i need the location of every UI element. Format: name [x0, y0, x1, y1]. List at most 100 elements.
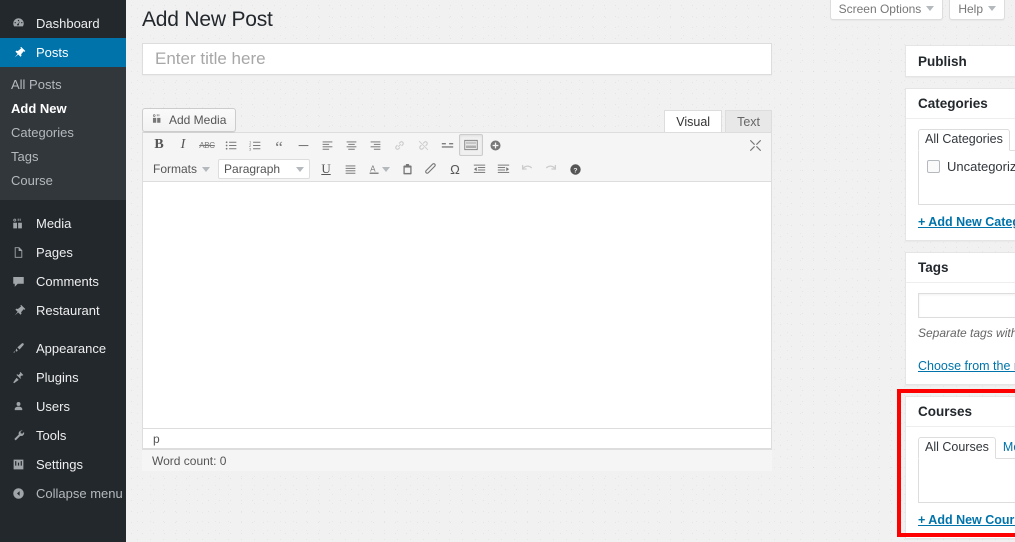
sidebar-separator — [0, 200, 126, 209]
add-block-icon[interactable] — [483, 134, 507, 156]
sidebar-item-collapse-menu[interactable]: Collapse menu — [0, 479, 126, 508]
submenu-item-categories[interactable]: Categories — [0, 121, 126, 145]
tab-text[interactable]: Text — [725, 110, 772, 132]
redo-icon[interactable] — [539, 158, 563, 180]
category-checkbox[interactable] — [927, 160, 940, 173]
insert-link-icon[interactable] — [387, 134, 411, 156]
submenu-item-add-new[interactable]: Add New — [0, 97, 126, 121]
add-new-category-link[interactable]: + Add New Category — [918, 215, 1015, 229]
undo-icon[interactable] — [515, 158, 539, 180]
sidebar-item-appearance[interactable]: Appearance — [0, 334, 126, 363]
italic-icon[interactable]: I — [171, 134, 195, 156]
pages-icon — [9, 244, 27, 262]
sidebar-item-restaurant[interactable]: Restaurant — [0, 296, 126, 325]
add-media-label: Add Media — [169, 113, 227, 127]
unordered-list-icon[interactable] — [219, 134, 243, 156]
sidebar-item-posts[interactable]: Posts — [0, 38, 126, 67]
sidebar-item-label: Tools — [36, 428, 67, 443]
align-right-icon[interactable] — [363, 134, 387, 156]
toggle-toolbar-icon[interactable] — [459, 134, 483, 156]
category-list-item[interactable]: Uncategorized — [927, 159, 1015, 174]
sidebar-item-label: Settings — [36, 457, 83, 472]
pin-icon — [9, 302, 27, 320]
chevron-down-icon — [296, 166, 305, 172]
tab-all-courses[interactable]: All Courses — [918, 437, 996, 459]
help-button[interactable]: Help — [949, 0, 1005, 20]
category-label: Uncategorized — [947, 159, 1015, 174]
screen-options-button[interactable]: Screen Options — [829, 0, 944, 20]
tags-metabox: Tags Add Separate tags with commas Choos… — [905, 252, 1015, 385]
courses-metabox-header[interactable]: Courses — [906, 397, 1015, 427]
sidebar-item-tools[interactable]: Tools — [0, 421, 126, 450]
tags-metabox-header[interactable]: Tags — [906, 253, 1015, 283]
special-character-icon[interactable]: Ω — [443, 158, 467, 180]
new-tag-input[interactable] — [918, 292, 1015, 318]
all-courses-list[interactable] — [918, 459, 1015, 503]
submenu-item-course[interactable]: Course — [0, 169, 126, 193]
add-new-course-link[interactable]: + Add New Course — [918, 513, 1015, 527]
sidebar-item-label: Comments — [36, 274, 99, 289]
categories-metabox-header[interactable]: Categories — [906, 89, 1015, 119]
fullscreen-icon[interactable] — [743, 134, 767, 156]
paste-as-text-icon[interactable] — [395, 158, 419, 180]
sidebar-item-dashboard[interactable]: Dashboard — [0, 9, 126, 38]
sidebar-item-plugins[interactable]: Plugins — [0, 363, 126, 392]
formats-dropdown[interactable]: Formats — [147, 158, 216, 180]
chevron-down-icon — [202, 166, 211, 172]
remove-link-icon[interactable] — [411, 134, 435, 156]
post-sidebar-column: Publish Categories All Categories Most U… — [897, 45, 1015, 542]
svg-text:3: 3 — [249, 146, 252, 151]
sidebar-item-media[interactable]: Media — [0, 209, 126, 238]
underline-icon[interactable]: U — [314, 158, 338, 180]
tab-most-used-courses[interactable]: Most Used — [996, 437, 1015, 459]
sidebar-item-users[interactable]: Users — [0, 392, 126, 421]
align-left-icon[interactable] — [315, 134, 339, 156]
horizontal-rule-icon[interactable] — [291, 134, 315, 156]
sidebar-item-settings[interactable]: Settings — [0, 450, 126, 479]
publish-metabox: Publish — [905, 45, 1015, 77]
outdent-icon[interactable] — [467, 158, 491, 180]
editor-toolbar: B I ABC 123 “ Formats Paragraph U A Ω ? — [143, 133, 771, 182]
tab-visual[interactable]: Visual — [664, 110, 723, 132]
editor-box: B I ABC 123 “ Formats Paragraph U A Ω ? … — [142, 132, 772, 449]
indent-icon[interactable] — [491, 158, 515, 180]
blockquote-icon[interactable]: “ — [267, 134, 291, 156]
courses-tabs: All Courses Most Used — [918, 436, 1015, 459]
editor-toolbar-row-2: Formats Paragraph U A Ω ? — [143, 157, 771, 181]
editor-content-area[interactable] — [143, 182, 771, 428]
publish-metabox-title: Publish — [918, 53, 967, 69]
choose-most-used-tags-link[interactable]: Choose from the most used tags — [918, 359, 1015, 373]
submenu-item-tags[interactable]: Tags — [0, 145, 126, 169]
word-count-status: Word count: 0 — [142, 449, 772, 471]
publish-metabox-header[interactable]: Publish — [906, 46, 1015, 76]
add-media-button[interactable]: Add Media — [142, 108, 237, 132]
all-categories-list[interactable]: Uncategorized — [918, 151, 1015, 205]
insert-read-more-icon[interactable] — [435, 134, 459, 156]
keyboard-shortcuts-icon[interactable]: ? — [563, 158, 587, 180]
svg-text:?: ? — [573, 167, 577, 174]
submenu-item-all-posts[interactable]: All Posts — [0, 73, 126, 97]
courses-metabox: Courses All Courses Most Used + Add New … — [897, 389, 1015, 539]
tab-all-categories[interactable]: All Categories — [918, 129, 1010, 151]
paragraph-dropdown[interactable]: Paragraph — [218, 159, 311, 179]
tags-hint-text: Separate tags with commas — [918, 326, 1015, 340]
svg-text:A: A — [370, 164, 376, 173]
pin-icon — [9, 44, 27, 62]
users-icon — [9, 398, 27, 416]
courses-metabox-title: Courses — [918, 404, 973, 419]
tab-most-used-categories[interactable]: Most Used — [1010, 129, 1015, 151]
text-color-icon[interactable]: A — [362, 158, 386, 180]
align-justify-icon[interactable] — [338, 158, 362, 180]
tags-metabox-body: Add Separate tags with commas Choose fro… — [906, 283, 1015, 384]
clear-formatting-icon[interactable] — [419, 158, 443, 180]
categories-metabox-body: All Categories Most Used Uncategorized +… — [906, 119, 1015, 240]
bold-icon[interactable]: B — [147, 134, 171, 156]
sidebar-item-pages[interactable]: Pages — [0, 238, 126, 267]
ordered-list-icon[interactable]: 123 — [243, 134, 267, 156]
post-title-input[interactable] — [153, 48, 761, 70]
sidebar-item-label: Dashboard — [36, 16, 100, 31]
categories-metabox: Categories All Categories Most Used Unca… — [905, 88, 1015, 241]
sidebar-item-comments[interactable]: Comments — [0, 267, 126, 296]
align-center-icon[interactable] — [339, 134, 363, 156]
strikethrough-icon[interactable]: ABC — [195, 134, 219, 156]
